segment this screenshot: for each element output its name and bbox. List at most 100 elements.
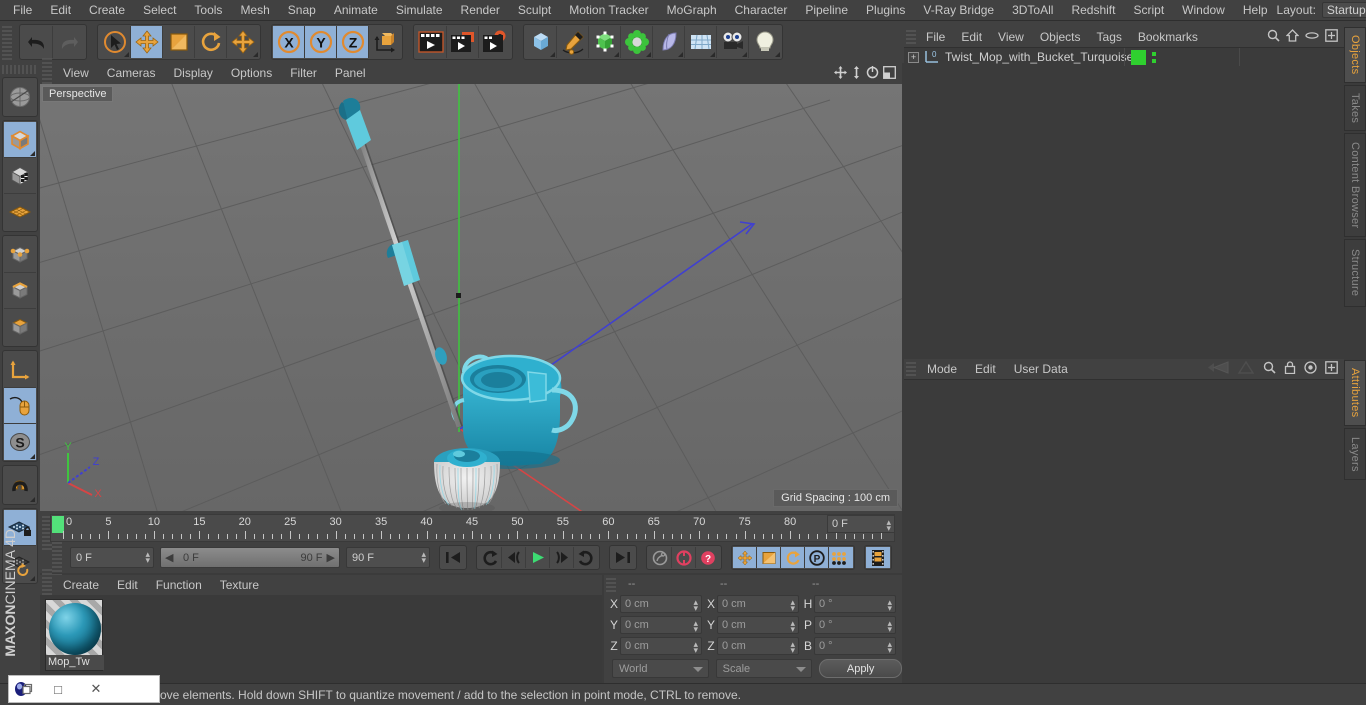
left-toolbar-grip[interactable] <box>2 65 38 74</box>
spinner-icon[interactable]: ▴ ▾ <box>421 550 426 565</box>
coord-size-x-input[interactable]: 0 cm ▴ ▾ <box>717 595 799 613</box>
viewport-canvas[interactable]: Perspective Grid Spacing : 100 cm Y X Z <box>40 84 902 511</box>
expand-toggle-icon[interactable]: + <box>908 51 919 63</box>
key-scale-icon[interactable] <box>757 547 781 568</box>
layer-color-swatch[interactable] <box>1131 49 1146 65</box>
tab-takes[interactable]: Takes <box>1344 85 1366 131</box>
spinner-icon[interactable]: ▴ ▾ <box>887 598 892 613</box>
menu-item-select[interactable]: Select <box>134 0 185 21</box>
menu-item-mesh[interactable]: Mesh <box>231 0 278 21</box>
viewport-menu-filter[interactable]: Filter <box>281 63 326 84</box>
key-position-icon[interactable] <box>733 547 757 568</box>
go-to-end-icon[interactable] <box>611 547 635 568</box>
viewport-menu-cameras[interactable]: Cameras <box>98 63 165 84</box>
range-left-arrow-icon[interactable]: ◀ <box>165 551 173 564</box>
tab-layers[interactable]: Layers <box>1344 428 1366 480</box>
nurbs-icon[interactable] <box>589 26 621 58</box>
texture-mode-icon[interactable] <box>4 158 36 194</box>
menu-item-mograph[interactable]: MoGraph <box>658 0 726 21</box>
menu-item-animate[interactable]: Animate <box>325 0 387 21</box>
step-back-keyframe-icon[interactable] <box>478 547 502 568</box>
material-menu-edit[interactable]: Edit <box>108 575 147 595</box>
attributes-menu-edit[interactable]: Edit <box>966 359 1005 379</box>
spinner-icon[interactable]: ▴ ▾ <box>887 619 892 634</box>
point-mode-icon[interactable] <box>4 237 36 273</box>
tab-content-browser[interactable]: Content Browser <box>1344 133 1366 237</box>
history-forward-icon[interactable] <box>1237 360 1255 377</box>
frame-range-slider[interactable]: ◀ 0 F 90 F ▶ <box>160 547 340 568</box>
coord-size-z-input[interactable]: 0 cm ▴ ▾ <box>717 637 799 655</box>
timeline-ruler[interactable]: 051015202530354045505560657075808590 <box>50 514 895 542</box>
redo-icon[interactable] <box>53 26 85 58</box>
move-alt-icon[interactable] <box>227 26 259 58</box>
menu-item-tools[interactable]: Tools <box>185 0 231 21</box>
object-menu-objects[interactable]: Objects <box>1032 27 1089 47</box>
toolbar-grip[interactable] <box>2 24 12 60</box>
coord-system-dropdown[interactable]: World <box>612 659 709 678</box>
dolly-icon[interactable] <box>851 65 862 82</box>
menu-item-create[interactable]: Create <box>80 0 134 21</box>
end-frame-input[interactable]: 90 F ▴ ▾ <box>346 547 430 568</box>
range-right-arrow-icon[interactable]: ▶ <box>327 551 335 564</box>
tab-objects[interactable]: Objects <box>1344 27 1366 83</box>
coordinates-grip[interactable] <box>606 576 616 592</box>
polygon-grid-icon[interactable] <box>4 194 36 230</box>
object-tree-row[interactable]: + 0 Twist_Mop_with_Bucket_Turquoise <box>904 48 1344 66</box>
menu-item-window[interactable]: Window <box>1173 0 1234 21</box>
menu-item-vray-bridge[interactable]: V-Ray Bridge <box>914 0 1003 21</box>
pan-icon[interactable] <box>834 65 847 82</box>
light-icon[interactable] <box>749 26 781 58</box>
play-icon[interactable] <box>526 547 550 568</box>
visibility-dots-icon[interactable] <box>1152 51 1156 63</box>
texture-axis-icon[interactable] <box>4 79 36 115</box>
move-icon[interactable] <box>131 26 163 58</box>
lock-y-icon[interactable]: Y <box>305 26 337 58</box>
spinner-icon[interactable]: ▴ ▾ <box>886 518 891 533</box>
render-region-icon[interactable] <box>447 26 479 58</box>
coord-size-mode-dropdown[interactable]: Scale <box>715 659 813 678</box>
tab-attributes[interactable]: Attributes <box>1344 360 1366 426</box>
live-selection-icon[interactable] <box>99 26 131 58</box>
attributes-content[interactable] <box>904 379 1344 683</box>
coord-rot-b-input[interactable]: 0 ° ▴ ▾ <box>814 637 896 655</box>
spinner-icon[interactable]: ▴ ▾ <box>887 640 892 655</box>
spline-pen-icon[interactable] <box>557 26 589 58</box>
go-to-start-icon[interactable] <box>441 547 465 568</box>
coord-pos-y-input[interactable]: 0 cm ▴ ▾ <box>620 616 702 634</box>
spinner-icon[interactable]: ▴ ▾ <box>790 640 795 655</box>
spinner-icon[interactable]: ▴ ▾ <box>693 598 698 613</box>
lock-x-icon[interactable]: X <box>273 26 305 58</box>
material-menu-create[interactable]: Create <box>54 575 108 595</box>
tab-structure[interactable]: Structure <box>1344 239 1366 307</box>
menu-item-file[interactable]: File <box>4 0 41 21</box>
object-menu-tags[interactable]: Tags <box>1089 27 1130 47</box>
coord-size-y-input[interactable]: 0 cm ▴ ▾ <box>717 616 799 634</box>
coord-rot-p-input[interactable]: 0 ° ▴ ▾ <box>814 616 896 634</box>
timeline-filmstrip-icon[interactable] <box>866 547 890 568</box>
menu-item-character[interactable]: Character <box>726 0 797 21</box>
material-menu-texture[interactable]: Texture <box>211 575 268 595</box>
polygon-mode-icon[interactable] <box>4 309 36 345</box>
object-menu-file[interactable]: File <box>918 27 953 47</box>
ellipse-icon[interactable] <box>1305 29 1319 45</box>
current-frame-field[interactable]: 0 F ▴ ▾ <box>827 515 895 533</box>
array-icon[interactable] <box>621 26 653 58</box>
search-icon[interactable] <box>1267 29 1280 45</box>
scale-icon[interactable] <box>163 26 195 58</box>
attributes-menu-user-data[interactable]: User Data <box>1005 359 1077 379</box>
spinner-icon[interactable]: ▴ ▾ <box>693 619 698 634</box>
home-icon[interactable] <box>1285 29 1300 45</box>
material-menu-function[interactable]: Function <box>147 575 211 595</box>
viewport-solo-icon[interactable] <box>4 388 36 424</box>
menu-item-render[interactable]: Render <box>452 0 509 21</box>
rotate-view-icon[interactable] <box>866 65 879 82</box>
keyframe-selection-icon[interactable]: ? <box>696 547 720 568</box>
menu-item-edit[interactable]: Edit <box>41 0 80 21</box>
object-menu-bookmarks[interactable]: Bookmarks <box>1130 27 1206 47</box>
history-back-icon[interactable] <box>1207 361 1229 377</box>
coord-pos-z-input[interactable]: 0 cm ▴ ▾ <box>620 637 702 655</box>
spinner-icon[interactable]: ▴ ▾ <box>790 598 795 613</box>
layout-dropdown[interactable]: Startup <box>1321 2 1366 18</box>
undo-icon[interactable] <box>21 26 53 58</box>
key-param-icon[interactable]: P <box>805 547 829 568</box>
